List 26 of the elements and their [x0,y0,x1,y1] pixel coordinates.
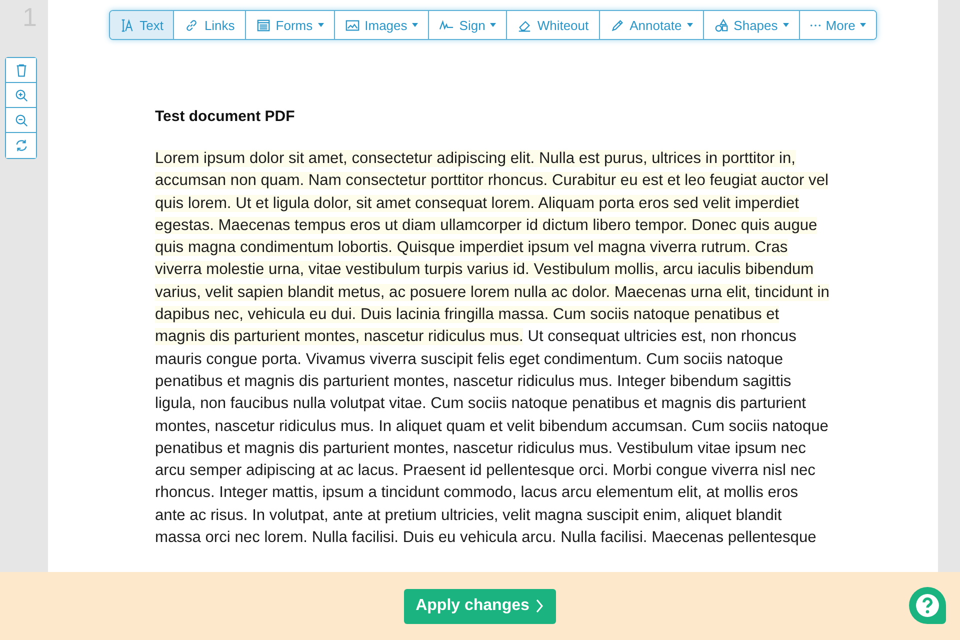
toolbar-button[interactable]: Annotate [600,11,704,39]
dots-icon [810,24,821,26]
side-tool-button[interactable] [6,58,36,83]
rotate-icon [14,138,28,153]
toolbar-button[interactable]: Forms [246,11,335,39]
shapes-icon [714,18,729,32]
toolbar-button[interactable]: Images [334,11,430,39]
apply-changes-button[interactable]: Apply changes [404,588,556,624]
toolbar-button[interactable]: Links [174,11,246,39]
zoom-out-icon [14,112,28,128]
question-icon [915,593,940,618]
toolbar-button[interactable]: Sign [429,11,508,39]
zoom-in-icon [14,88,28,102]
image-icon [344,18,360,32]
toolbar-button[interactable]: More [800,11,876,39]
document-paragraph: Lorem ipsum dolor sit amet, consectetur adipiscing elit. Nulla est purus, ultrices in porttitor in, accumsan non quam. Nam consectetur porttitor rhoncus. Curabitur eu est et leo feugiat auctor vel quis lorem. Ut et ligula dolor, sit amet consequat lorem. Aliquam porta eros sed velit imperdiet egestas. Maecenas tempus eros ut diam ullamcorper id dictum libero tempor. Donec quis augue quis magna condimentum lobortis. Quisque imperdiet ipsum vel magna viverra rutrum. Cras viverra molestie urna, vitae vestibulum turpis varius id. Vestibulum mollis, arcu iaculis bibendum varius, velit sapien blandit metus, ac posuere lorem nulla ac dolor. Maecenas urna elit, tincidunt in dapibus nec, vehicula eu dui. Duis lacinia fringilla massa. Cum sociis natoque penatibus et magnis dis parturient montes, nascetur ridiculus mus. Ut consequat ultricies est, non rhoncus mauris congue porta. Vivamus viverra suscipit felis eget condimentum. Cum sociis natoque penatibus et magnis dis parturient montes, nascetur ridiculus mus. Integer bibendum sagittis ligula, non faucibus nulla volutpat vitae. Cum sociis natoque penatibus et magnis dis parturient montes, nascetur ridiculus mus. In aliquet quam et velit bibendum accumsan. Cum sociis natoque penatibus et magnis dis parturient montes, nascetur ridiculus mus. Vestibulum vitae ipsum nec arcu semper adipiscing at ac lacus. Praesent id pellentesque orci. Morbi congue viverra nisl nec rhoncus. Integer mattis, ipsum a tincidunt commodo, lacus arcu elementum elit, at mollis eros ante ac risus. In volutpat, ante at pretium ultricies, velit magna suscipit enim, aliquet blandit massa orci nec lorem. Nulla facilisi. Duis eu vehicula arcu. Nulla facilisi. Maecenas pellentesque [154,149,830,548]
pen-icon [610,18,625,32]
toolbar-button[interactable]: Shapes [704,11,800,39]
text-tool-icon [120,18,135,32]
chevron-right-icon [535,598,544,614]
signature-icon [439,18,454,32]
link-icon [184,18,200,32]
toolbar-button[interactable]: Whiteout [507,11,600,39]
form-icon [256,18,271,32]
toolbar-button[interactable]: Text [110,11,174,39]
document-title: Test document PDF [155,108,296,125]
